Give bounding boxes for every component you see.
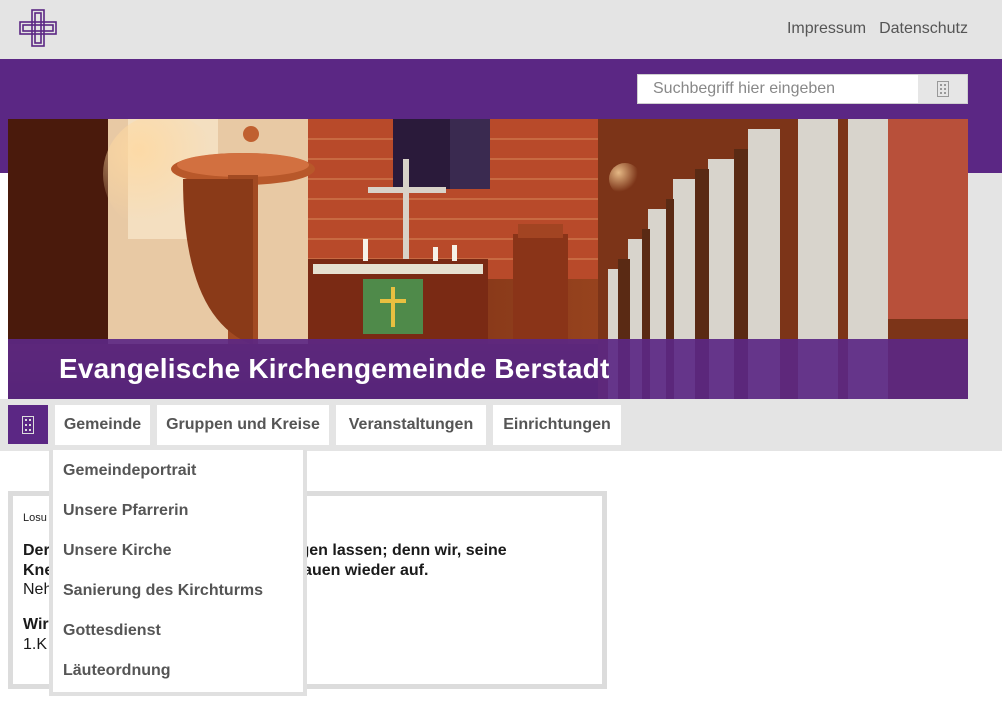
hero-title-bar: Evangelische Kirchengemeinde Berstadt <box>8 339 968 399</box>
menu-toggle-button[interactable] <box>8 405 48 444</box>
nav-item-veranstaltungen[interactable]: Veranstaltungen <box>336 405 486 445</box>
nav-item-einrichtungen[interactable]: Einrichtungen <box>493 405 621 445</box>
site-title[interactable]: Evangelische Kirchengemeinde Berstadt <box>59 353 609 385</box>
top-bar: Impressum Datenschutz <box>0 0 1002 59</box>
dropdown-item-gemeindeportrait[interactable]: Gemeindeportrait <box>63 462 196 480</box>
lehrtext-verse: Wir <box>23 616 49 633</box>
menu-icon <box>22 415 34 434</box>
dropdown-item-laeuteordnung[interactable]: Läuteordnung <box>63 662 171 680</box>
church-logo-icon[interactable] <box>17 8 59 48</box>
top-links: Impressum Datenschutz <box>787 20 968 38</box>
dropdown-item-sanierung[interactable]: Sanierung des Kirchturms <box>63 582 263 600</box>
search-bar: Suchbegriff hier eingeben <box>637 74 968 104</box>
losung-label: Losu <box>23 512 47 524</box>
impressum-link[interactable]: Impressum <box>787 20 866 38</box>
search-icon <box>936 81 949 97</box>
hero-banner: Evangelische Kirchengemeinde Berstadt <box>8 119 968 399</box>
search-input[interactable]: Suchbegriff hier eingeben <box>638 75 918 103</box>
side-strip <box>968 173 1002 405</box>
search-button[interactable] <box>918 75 967 103</box>
gemeinde-dropdown: Gemeindeportrait Unsere Pfarrerin Unsere… <box>49 450 307 696</box>
nav-item-gruppen[interactable]: Gruppen und Kreise <box>157 405 329 445</box>
lehrtext-reference: 1.K <box>23 636 48 653</box>
dropdown-item-gottesdienst[interactable]: Gottesdienst <box>63 622 161 640</box>
main-nav: Gemeinde Gruppen und Kreise Veranstaltun… <box>0 399 1002 451</box>
dropdown-item-kirche[interactable]: Unsere Kirche <box>63 542 172 560</box>
datenschutz-link[interactable]: Datenschutz <box>879 20 968 38</box>
dropdown-item-pfarrerin[interactable]: Unsere Pfarrerin <box>63 502 188 520</box>
nav-item-gemeinde[interactable]: Gemeinde <box>55 405 150 445</box>
losung-reference: Neh <box>23 581 53 598</box>
